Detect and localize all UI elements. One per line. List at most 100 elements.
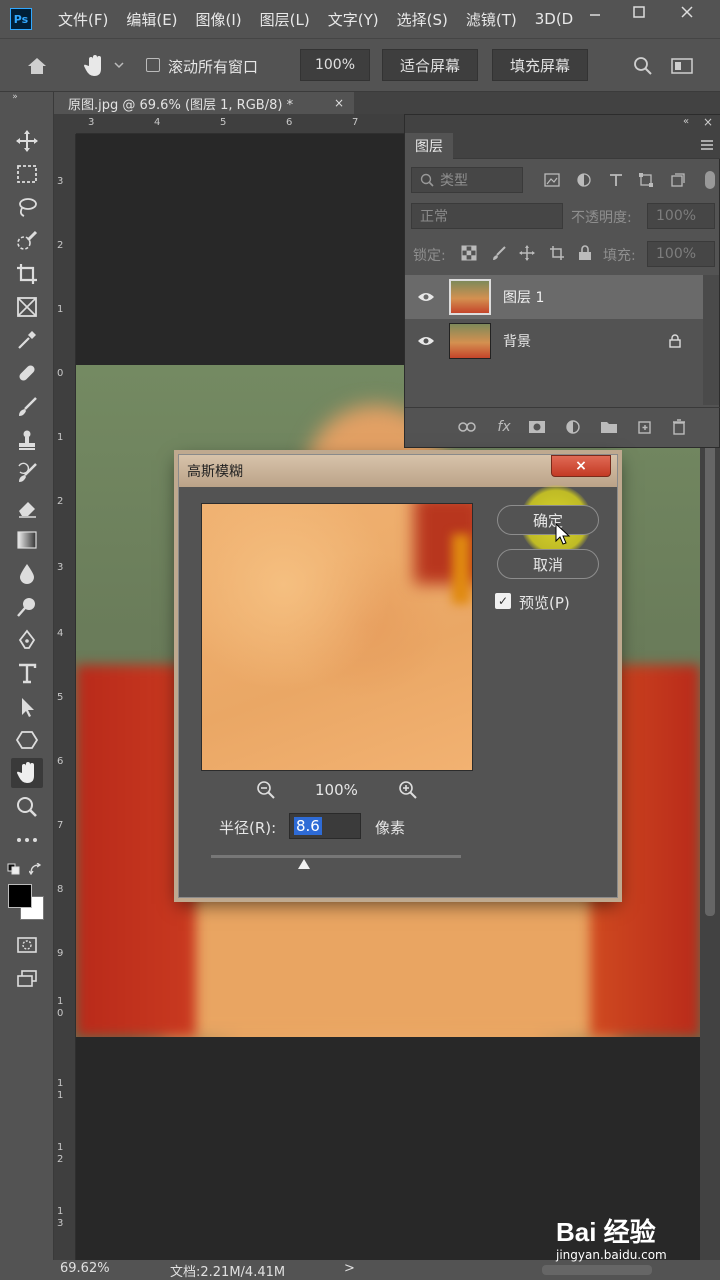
- search-icon[interactable]: [630, 53, 656, 79]
- gradient-tool-icon[interactable]: [11, 525, 43, 555]
- close-tab-icon[interactable]: ×: [330, 92, 348, 114]
- zoom-value-field[interactable]: 100%: [300, 49, 370, 81]
- clone-stamp-tool-icon[interactable]: [11, 425, 43, 455]
- ruler-left-label: 1 1: [57, 1078, 64, 1101]
- lock-position-icon[interactable]: [517, 243, 537, 263]
- document-tab[interactable]: 原图.jpg @ 69.6% (图层 1, RGB/8) *: [54, 92, 354, 114]
- layers-scrollbar[interactable]: [703, 275, 719, 405]
- lock-image-pixels-icon[interactable]: [489, 243, 509, 263]
- lasso-tool-icon[interactable]: [11, 192, 43, 222]
- quick-mask-icon[interactable]: [11, 930, 43, 960]
- menu-select[interactable]: 选择(S): [397, 9, 448, 30]
- home-icon[interactable]: [22, 53, 52, 79]
- radius-label: 半径(R):: [219, 819, 277, 837]
- lock-all-icon[interactable]: [575, 243, 595, 263]
- blend-mode-select[interactable]: 正常: [411, 203, 563, 229]
- menu-3d[interactable]: 3D(D: [535, 10, 574, 28]
- shape-tool-icon[interactable]: [11, 725, 43, 755]
- preview-checkbox[interactable]: ✓: [495, 593, 511, 609]
- eyedropper-tool-icon[interactable]: [11, 325, 43, 355]
- quick-select-tool-icon[interactable]: [11, 226, 43, 256]
- dodge-tool-icon[interactable]: [11, 592, 43, 622]
- healing-brush-tool-icon[interactable]: [11, 358, 43, 388]
- zoom-tool-icon[interactable]: [11, 792, 43, 822]
- zoom-in-icon[interactable]: [397, 779, 419, 801]
- radius-input[interactable]: 8.6: [289, 813, 361, 839]
- layer-row-layer-1[interactable]: 图层 1: [405, 275, 703, 319]
- layer-thumbnail: [449, 323, 491, 359]
- layer-filter-kind[interactable]: 类型: [411, 167, 523, 193]
- menu-layer[interactable]: 图层(L): [260, 9, 310, 30]
- fit-screen-button[interactable]: 适合屏幕: [382, 49, 478, 81]
- menu-file[interactable]: 文件(F): [58, 9, 108, 30]
- status-menu-arrow[interactable]: >: [344, 1261, 355, 1276]
- scroll-all-windows-checkbox[interactable]: [146, 58, 160, 72]
- more-tools-icon[interactable]: [11, 825, 43, 855]
- close-window-icon[interactable]: [672, 0, 702, 24]
- lock-artboard-icon[interactable]: [547, 243, 567, 263]
- new-adjustment-layer-icon[interactable]: [563, 418, 583, 436]
- radius-slider-thumb[interactable]: [298, 859, 310, 869]
- blur-preview-image[interactable]: [201, 503, 473, 771]
- dialog-close-button[interactable]: ×: [551, 455, 611, 477]
- collapse-toolbox-icon[interactable]: »: [8, 92, 22, 102]
- visibility-eye-icon[interactable]: [415, 289, 437, 305]
- layer-name[interactable]: 图层 1: [503, 287, 544, 307]
- screen-mode-icon[interactable]: [11, 964, 43, 994]
- filter-smart-object-icon[interactable]: [669, 171, 687, 189]
- ok-button[interactable]: 确定: [497, 505, 599, 535]
- eraser-tool-icon[interactable]: [11, 492, 43, 522]
- default-colors-icon[interactable]: [6, 862, 22, 876]
- path-selection-tool-icon[interactable]: [11, 692, 43, 722]
- new-group-folder-icon[interactable]: [599, 418, 619, 436]
- menu-edit[interactable]: 编辑(E): [126, 9, 177, 30]
- move-tool-icon[interactable]: [11, 126, 43, 156]
- filter-toggle[interactable]: [705, 171, 715, 189]
- fill-screen-button[interactable]: 填充屏幕: [492, 49, 588, 81]
- hand-tool-preset-icon[interactable]: [78, 51, 110, 81]
- menu-image[interactable]: 图像(I): [196, 9, 242, 30]
- filter-adjustment-icon[interactable]: [575, 171, 593, 189]
- delete-layer-trash-icon[interactable]: [669, 418, 689, 436]
- blur-tool-icon[interactable]: [11, 558, 43, 588]
- chevron-down-icon[interactable]: [112, 57, 126, 73]
- vertical-scrollbar-thumb[interactable]: [705, 430, 715, 916]
- new-layer-icon[interactable]: [635, 418, 655, 436]
- brush-tool-icon[interactable]: [11, 392, 43, 422]
- swap-colors-icon[interactable]: [28, 862, 44, 876]
- add-mask-icon[interactable]: [527, 418, 547, 436]
- lock-transparent-pixels-icon[interactable]: [459, 243, 479, 263]
- layer-row-background[interactable]: 背景: [405, 319, 703, 363]
- maximize-icon[interactable]: [624, 0, 654, 24]
- filter-pixel-icon[interactable]: [543, 171, 561, 189]
- radius-slider-track[interactable]: [211, 855, 461, 858]
- tab-layers[interactable]: 图层: [405, 133, 453, 159]
- layer-style-fx-icon[interactable]: fx: [493, 418, 515, 436]
- panel-menu-icon[interactable]: [699, 139, 715, 151]
- filter-shape-icon[interactable]: [637, 171, 655, 189]
- visibility-eye-icon[interactable]: [415, 333, 437, 349]
- crop-tool-icon[interactable]: [11, 259, 43, 289]
- link-layers-icon[interactable]: [457, 418, 477, 436]
- pen-tool-icon[interactable]: [11, 625, 43, 655]
- opacity-field[interactable]: 100%: [647, 203, 715, 229]
- filter-type-icon[interactable]: [607, 171, 625, 189]
- frame-tool-icon[interactable]: [11, 292, 43, 322]
- fill-field[interactable]: 100%: [647, 241, 715, 267]
- close-panel-icon[interactable]: ×: [703, 115, 713, 129]
- history-brush-tool-icon[interactable]: [11, 458, 43, 488]
- zoom-out-icon[interactable]: [255, 779, 277, 801]
- foreground-color-swatch[interactable]: [8, 884, 32, 908]
- marquee-tool-icon[interactable]: [11, 159, 43, 189]
- workspace-icon[interactable]: [668, 53, 696, 79]
- layer-name[interactable]: 背景: [503, 331, 531, 351]
- cancel-button[interactable]: 取消: [497, 549, 599, 579]
- baidu-jingyan-watermark: Bai 经验 jingyan.baidu.com: [556, 1212, 716, 1268]
- menu-type[interactable]: 文字(Y): [328, 9, 379, 30]
- status-zoom[interactable]: 69.62%: [60, 1261, 110, 1276]
- hand-tool-icon[interactable]: [11, 758, 43, 788]
- menu-filter[interactable]: 滤镜(T): [466, 9, 517, 30]
- collapse-panel-icon[interactable]: «: [683, 116, 689, 127]
- minimize-icon[interactable]: [580, 0, 610, 24]
- type-tool-icon[interactable]: [11, 658, 43, 688]
